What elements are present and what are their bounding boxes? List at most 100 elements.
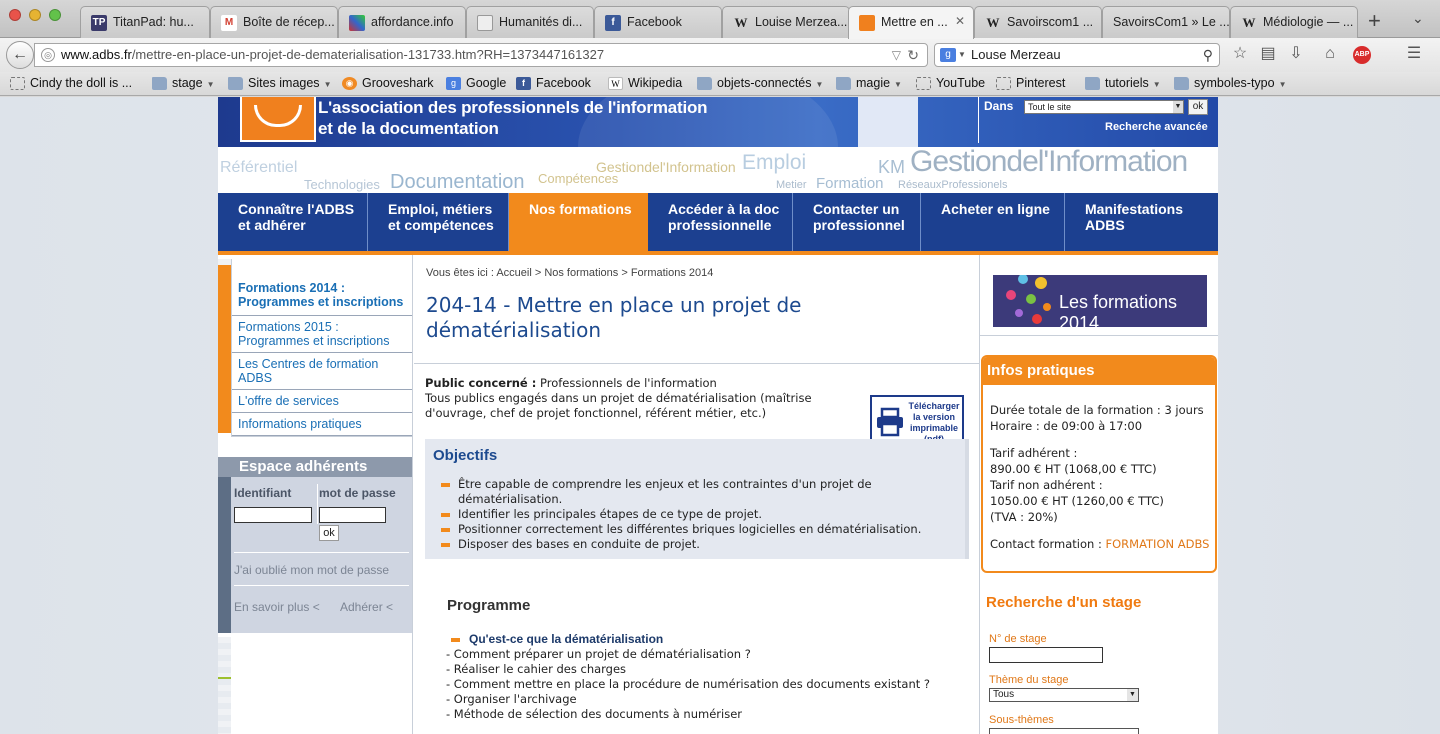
learn-more-link[interactable]: En savoir plus <	[234, 600, 320, 614]
contact-line: Contact formation : FORMATION ADBS	[990, 536, 1215, 552]
contact-link[interactable]: FORMATION ADBS	[1105, 537, 1209, 551]
forgot-password-link[interactable]: J'ai oublié mon mot de passe	[234, 563, 389, 577]
username-input[interactable]	[234, 507, 312, 523]
list-item: Identifier les principales étapes de ce …	[441, 507, 961, 522]
list-item: Positionner correctement les différentes…	[441, 522, 961, 537]
sub-themes-select[interactable]	[989, 728, 1139, 734]
bookmark-item[interactable]: Pinterest	[996, 76, 1065, 90]
search-input[interactable]: Louse Merzeau	[971, 47, 1061, 62]
objective-text: Être capable de comprendre les enjeux et…	[458, 477, 872, 506]
non-member-price-label: Tarif non adhérent :	[990, 478, 1103, 492]
new-tab-icon[interactable]: +	[1368, 8, 1381, 34]
password-label: mot de passe	[319, 486, 396, 500]
reload-icon[interactable]: ↻	[907, 44, 919, 66]
search-scope-select[interactable]: Tout le site ▼	[1024, 100, 1184, 114]
menu-contacter-professionnel[interactable]: Contacter un professionnel	[793, 193, 921, 251]
join-link[interactable]: Adhérer <	[340, 600, 393, 614]
chevron-down-icon[interactable]: ▼	[958, 44, 966, 66]
tab-titanpad[interactable]: TP TitanPad: hu...	[80, 6, 210, 38]
adbs-logo[interactable]	[240, 97, 316, 142]
menu-icon[interactable]: ☰	[1404, 45, 1424, 63]
menu-emploi-metiers[interactable]: Emploi, métiers et compétences	[368, 193, 509, 251]
bookmark-item[interactable]: W Wikipedia	[608, 76, 682, 90]
bookmark-item[interactable]: objets-connectés ▼	[697, 76, 823, 90]
tab-label: affordance.info	[371, 15, 454, 29]
promo-text: Les formations 2014	[1059, 292, 1178, 327]
back-arrow-icon[interactable]: ←	[6, 41, 34, 69]
close-window-button[interactable]	[9, 9, 21, 21]
close-tab-icon[interactable]: ✕	[955, 14, 965, 28]
tab-affordance[interactable]: affordance.info	[338, 6, 466, 38]
cloud-word: Gestiondel'Information	[596, 159, 736, 175]
tab-savoirscom1-le[interactable]: SavoirsCom1 » Le ...	[1102, 6, 1230, 38]
list-item: - Comment préparer un projet de dématéri…	[446, 647, 751, 661]
tab-facebook[interactable]: f Facebook	[594, 6, 722, 38]
facebook-icon: f	[605, 15, 621, 31]
bookmark-star-icon[interactable]: ☆	[1230, 45, 1250, 63]
page-icon	[10, 77, 25, 90]
bookmark-item[interactable]: YouTube	[916, 76, 985, 90]
menu-nos-formations[interactable]: Nos formations	[509, 193, 648, 251]
tab-label: SavoirsCom1 » Le ...	[1113, 15, 1230, 29]
adblock-icon[interactable]: ABP	[1353, 46, 1371, 64]
bookmark-label: stage	[172, 76, 203, 90]
list-all-tabs-icon[interactable]: ⌄	[1412, 10, 1424, 27]
cloud-word: Gestiondel'Information	[910, 147, 1188, 178]
bookmark-item[interactable]: magie ▼	[836, 76, 902, 90]
course-number-input[interactable]	[989, 647, 1103, 663]
tab-label: Humanités di...	[499, 15, 583, 29]
tab-humanites[interactable]: Humanités di...	[466, 6, 594, 38]
subnav-formations-2014[interactable]: Formations 2014 : Programmes et inscript…	[232, 259, 412, 316]
menu-manifestations[interactable]: Manifestations ADBS	[1065, 193, 1218, 251]
site-search-ok-button[interactable]: ok	[1188, 99, 1208, 115]
dropdown-triangle-icon[interactable]: ▽	[892, 44, 901, 66]
list-item: - Organiser l'archivage	[446, 692, 577, 706]
bookmark-item[interactable]: stage ▼	[152, 76, 215, 90]
tab-savoirscom1[interactable]: W Savoirscom1 ...	[974, 6, 1102, 38]
minimize-window-button[interactable]	[29, 9, 41, 21]
login-ok-button[interactable]: ok	[319, 525, 339, 541]
download-icon[interactable]: ⇩	[1286, 45, 1306, 63]
menu-acheter-en-ligne[interactable]: Acheter en ligne	[921, 193, 1065, 251]
formations-2014-banner[interactable]: Les formations 2014	[993, 275, 1207, 327]
subnav-informations-pratiques[interactable]: Informations pratiques	[232, 413, 412, 436]
course-theme-select[interactable]: Tous ▼	[989, 688, 1139, 702]
advanced-search-link[interactable]: Recherche avancée	[1105, 121, 1208, 133]
bookmark-item[interactable]: f Facebook	[516, 76, 591, 90]
wiki-icon: W	[608, 77, 623, 90]
bookmark-item[interactable]: g Google	[446, 76, 506, 90]
divider	[317, 484, 318, 524]
bookmark-item[interactable]: symboles-typo ▼	[1174, 76, 1287, 90]
tab-label: TitanPad: hu...	[113, 15, 194, 29]
bookmark-item[interactable]: tutoriels ▼	[1085, 76, 1161, 90]
search-icon[interactable]: ⚲	[1203, 44, 1213, 66]
subnav-formations-2015[interactable]: Formations 2015 : Programmes et inscript…	[232, 316, 412, 353]
page-viewport: L'association des professionnels de l'in…	[0, 97, 1440, 734]
tab-louise-merzeau[interactable]: W Louise Merzea...	[722, 6, 850, 38]
menu-connaitre-adbs[interactable]: Connaître l'ADBS et adhérer	[218, 193, 368, 251]
gs-icon: ◉	[342, 77, 357, 90]
bookmark-item[interactable]: Sites images ▼	[228, 76, 331, 90]
url-bar[interactable]: ◎ www.adbs.fr/mettre-en-place-un-projet-…	[34, 43, 928, 67]
menu-acceder-doc[interactable]: Accéder à la doc professionnelle	[648, 193, 793, 251]
folder-icon	[697, 77, 712, 90]
zoom-window-button[interactable]	[49, 9, 61, 21]
google-icon[interactable]: g	[940, 48, 956, 62]
bookmark-label: magie	[856, 76, 891, 90]
audience-value: Professionnels de l'information	[540, 376, 717, 390]
bookmark-item[interactable]: ◉ Grooveshark	[342, 76, 434, 90]
reading-list-icon[interactable]: ▤	[1258, 45, 1278, 63]
association-line2: et de la documentation	[318, 119, 499, 138]
tab-mediologie[interactable]: W Médiologie — ...	[1230, 6, 1358, 38]
search-bar[interactable]: g ▼ Louse Merzeau ⚲	[934, 43, 1220, 67]
subnav-offre-services[interactable]: L'offre de services	[232, 390, 412, 413]
home-icon[interactable]: ⌂	[1320, 45, 1340, 63]
url-host: www.adbs.fr	[61, 47, 132, 62]
tab-gmail[interactable]: M Boîte de récep...	[210, 6, 338, 38]
password-input[interactable]	[319, 507, 386, 523]
chevron-down-icon: ▼	[894, 80, 902, 89]
bookmark-item[interactable]: Cindy the doll is ...	[10, 76, 132, 90]
subnav-centres-formation[interactable]: Les Centres de formation ADBS	[232, 353, 412, 390]
tab-mettre-en-place[interactable]: Mettre en ... ✕	[848, 6, 974, 39]
programme-subtitle: Qu'est-ce que la dématérialisation	[451, 632, 663, 646]
